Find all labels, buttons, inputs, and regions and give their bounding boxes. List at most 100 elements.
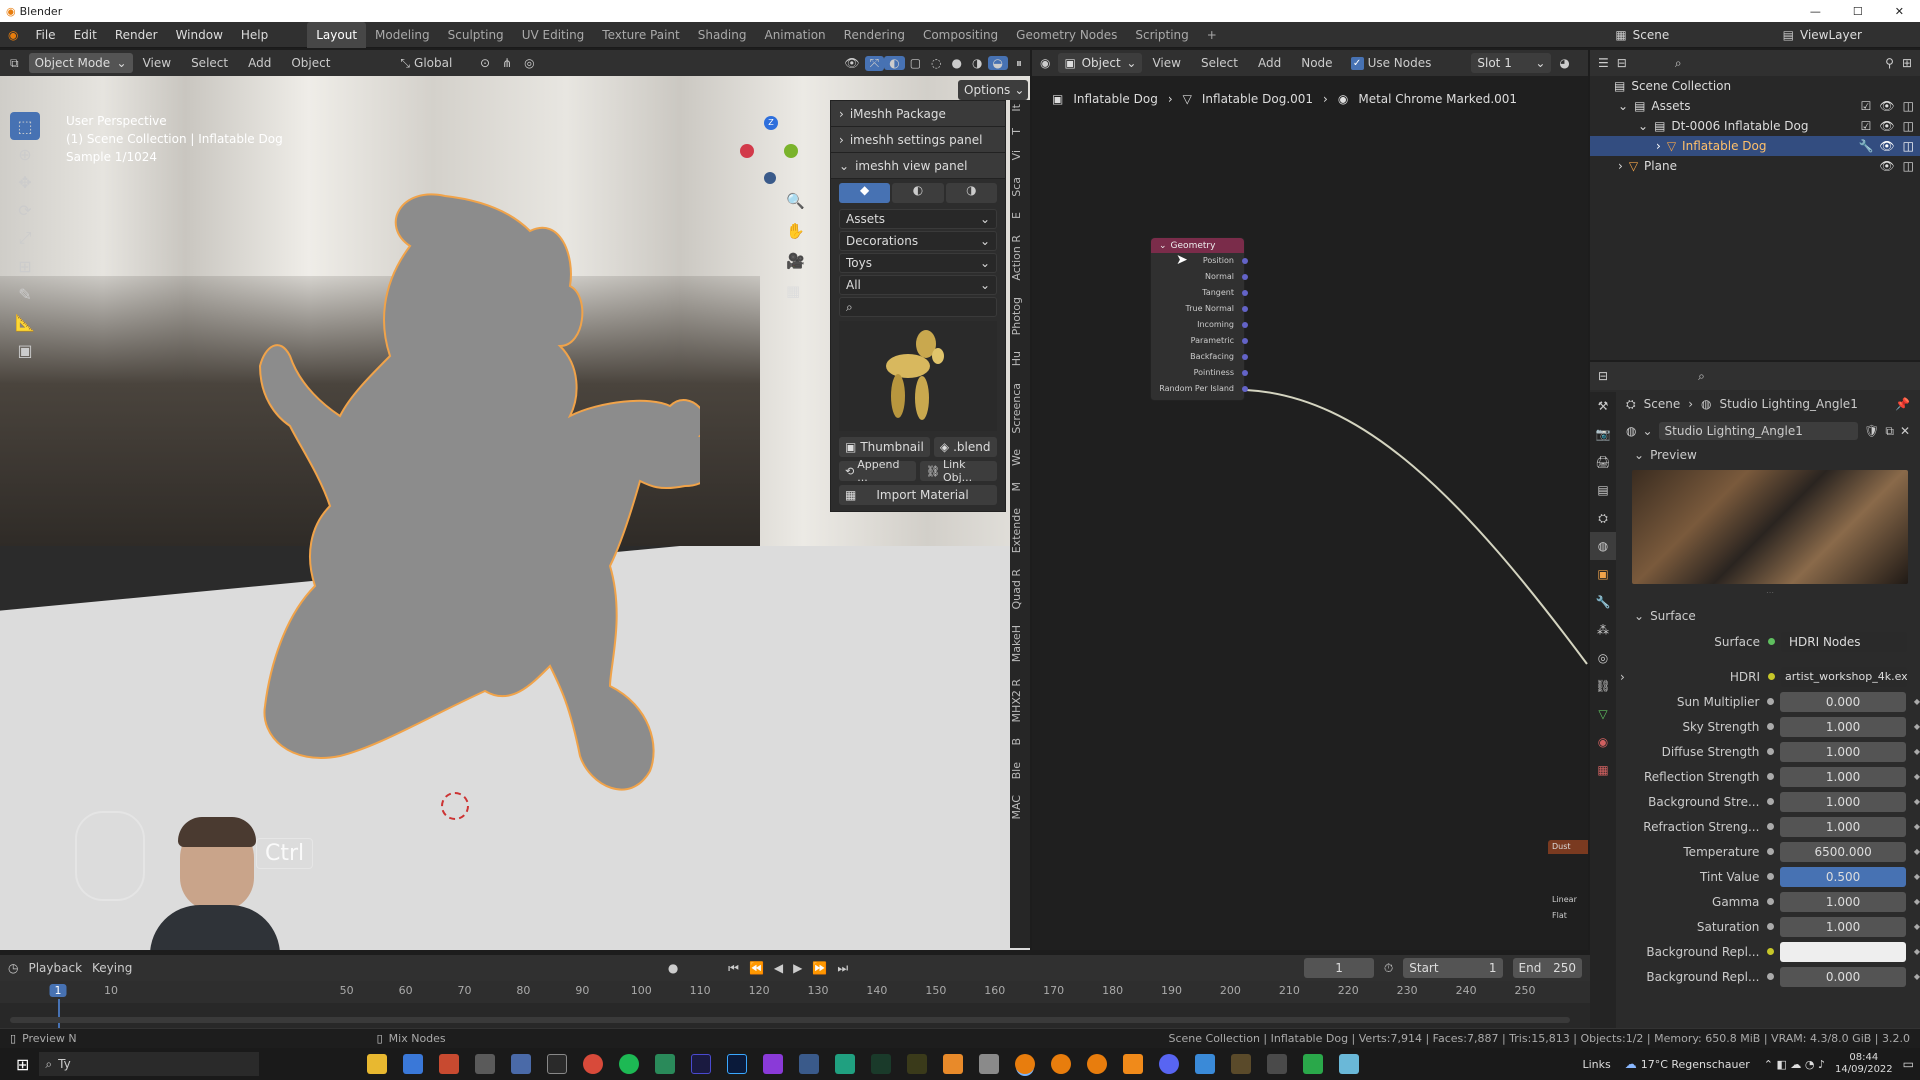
tab-rendering[interactable]: Rendering [835,22,914,48]
animate-property-icon[interactable]: ◆ [1914,797,1920,806]
orientation-dropdown[interactable]: Global [414,56,474,70]
menu-help[interactable]: Help [232,22,277,48]
tab-uv-editing[interactable]: UV Editing [513,22,594,48]
checkbox-icon[interactable]: ☑ [1861,99,1872,113]
mode-dropdown[interactable]: Object Mode ⌄ [28,53,133,73]
filter-icon[interactable]: ⚲ [1885,56,1894,70]
blender-menu-icon[interactable]: ◉ [0,28,26,42]
menu-file[interactable]: File [26,22,64,48]
world-prop-value[interactable] [1780,941,1906,962]
animate-property-icon[interactable]: ◆ [1914,947,1920,956]
rotate-tool-icon[interactable]: ⟳ [10,196,40,224]
ne-menu-view[interactable]: View [1142,56,1190,70]
gizmo-neg-z-icon[interactable] [764,172,776,184]
notifications-icon[interactable]: ▭ [1903,1057,1914,1071]
app-icon-6[interactable] [547,1054,568,1074]
camera-render-icon[interactable]: ◫ [1903,139,1914,153]
app-icon-4[interactable] [475,1054,496,1074]
taskbar-weather[interactable]: 17°C Regenschauer [1641,1058,1750,1071]
maximize-icon[interactable]: ☐ [1837,5,1879,18]
app-icon-24[interactable] [1195,1054,1216,1074]
tab-shading[interactable]: Shading [689,22,756,48]
search-icon[interactable]: ⌕ [1698,369,1705,384]
pin-icon[interactable]: 📌 [1895,397,1910,411]
tab-texture-paint[interactable]: Texture Paint [593,22,688,48]
calculator-app-icon[interactable] [511,1054,532,1074]
app-icon-16[interactable] [907,1054,928,1074]
menu-window[interactable]: Window [167,22,232,48]
category-dropdown[interactable]: Decorations ⌄ [839,231,997,251]
outliner-row-inflatable-dog[interactable]: › ▽ Inflatable Dog 🔧 👁 ◫ [1590,136,1920,156]
append-button[interactable]: ⟲ Append ... [839,458,916,484]
physics-tab-icon[interactable]: ◎ [1590,644,1616,672]
options-button[interactable]: Options ⌄ [958,80,1028,100]
eye-icon[interactable]: 👁 [1879,159,1894,173]
photoshop-app-icon[interactable] [727,1054,748,1074]
app-icon-9[interactable] [655,1054,676,1074]
editor-type-icon[interactable]: ⧉ [0,56,29,71]
shading-material-icon[interactable]: ◑ [967,56,987,70]
asset-search-input[interactable]: ⌕ [839,297,997,317]
visibility-icon[interactable]: 👁 [839,56,864,70]
scene-selector[interactable]: Scene [1633,28,1753,42]
hdri-value[interactable]: artist_workshop_4k.exr... [1781,666,1907,687]
section-imeshh-settings[interactable]: › imeshh settings panel [831,127,1005,153]
blender-app-icon[interactable] [1015,1054,1036,1074]
world-prop-value[interactable]: 0.500 [1780,866,1906,887]
keying-menu[interactable]: Keying [92,961,132,975]
npanel-tab-9[interactable]: We [1010,445,1030,470]
ne-menu-select[interactable]: Select [1191,56,1248,70]
store-app-icon[interactable] [403,1054,424,1074]
thumbnail-button[interactable]: ▣ Thumbnail [839,437,930,457]
animate-property-icon[interactable]: ◆ [1914,722,1920,731]
spotify-app-icon[interactable] [619,1054,640,1074]
tab-geometry-nodes[interactable]: Geometry Nodes [1007,22,1126,48]
copy-icon[interactable]: ⧉ [1885,424,1894,439]
blender-app-icon-2[interactable] [1051,1054,1072,1074]
next-key-icon[interactable]: ⏩ [812,961,827,975]
app-icon-10[interactable] [691,1054,712,1074]
minimize-icon[interactable]: — [1794,5,1837,18]
section-imeshh-view[interactable]: ⌄ imeshh view panel [831,153,1005,179]
jump-end-icon[interactable]: ⏭ [837,961,848,976]
modifier-tab-icon[interactable]: 🔧 [1590,588,1616,616]
transform-tool-icon[interactable]: ⊞ [10,252,40,280]
shader-type-dropdown[interactable]: ▣ Object ⌄ [1058,53,1143,73]
navigation-gizmo[interactable]: Z [740,116,800,186]
select-box-tool-icon[interactable]: ⬚ [10,112,40,140]
outliner-row-assets[interactable]: ⌄ ▤ Assets ☑ 👁 ◫ [1590,96,1920,116]
viewlayer-tab-icon[interactable]: ▤ [1590,476,1616,504]
import-material-button[interactable]: ▦ Import Material [839,485,997,505]
eye-icon[interactable]: 👁 [1879,119,1894,133]
socket-position[interactable]: Position [1151,253,1248,269]
tab-sculpting[interactable]: Sculpting [439,22,513,48]
menu-render[interactable]: Render [106,22,167,48]
texture-tab-icon[interactable]: ▦ [1590,756,1616,784]
render-tab-icon[interactable]: 📷 [1590,420,1616,448]
move-tool-icon[interactable]: ✥ [10,168,40,196]
world-prop-value[interactable]: 1.000 [1780,716,1906,737]
menu-edit[interactable]: Edit [65,22,106,48]
camera-icon[interactable]: 🎥 [786,252,808,282]
object-tab-icon[interactable]: ▣ [1590,560,1616,588]
start-frame-field[interactable]: Start 1 [1403,958,1503,978]
geometry-node[interactable]: ⌄ Geometry Position Normal Tangent True N… [1150,237,1248,401]
shading-solid-icon[interactable]: ● [947,56,967,70]
chrome-app-icon[interactable] [583,1054,604,1074]
prev-key-icon[interactable]: ⏪ [749,961,764,975]
models-tab-icon[interactable]: ◆ [839,183,891,203]
outliner-type-icon[interactable]: ☰ [1598,56,1609,70]
asset-thumbnail[interactable] [839,321,997,431]
socket-backfacing[interactable]: Backfacing [1151,349,1248,365]
record-icon[interactable]: ● [668,961,678,975]
world-prop-value[interactable]: 1.000 [1780,891,1906,912]
tray-icons[interactable]: ⌃ ◧ ☁ ◔ ♪ [1764,1058,1825,1071]
shading-rendered-icon[interactable]: ◒ [987,56,1008,70]
checkbox-icon[interactable]: ☑ [1861,119,1872,133]
tab-modeling[interactable]: Modeling [366,22,439,48]
output-tab-icon[interactable]: 🖨 [1590,448,1616,476]
tool-tab-icon[interactable]: ⚒ [1590,392,1616,420]
add-cube-tool-icon[interactable]: ▣ [10,336,40,364]
app-icon-25[interactable] [1231,1054,1252,1074]
proportional-icon[interactable]: ◎ [518,56,540,70]
